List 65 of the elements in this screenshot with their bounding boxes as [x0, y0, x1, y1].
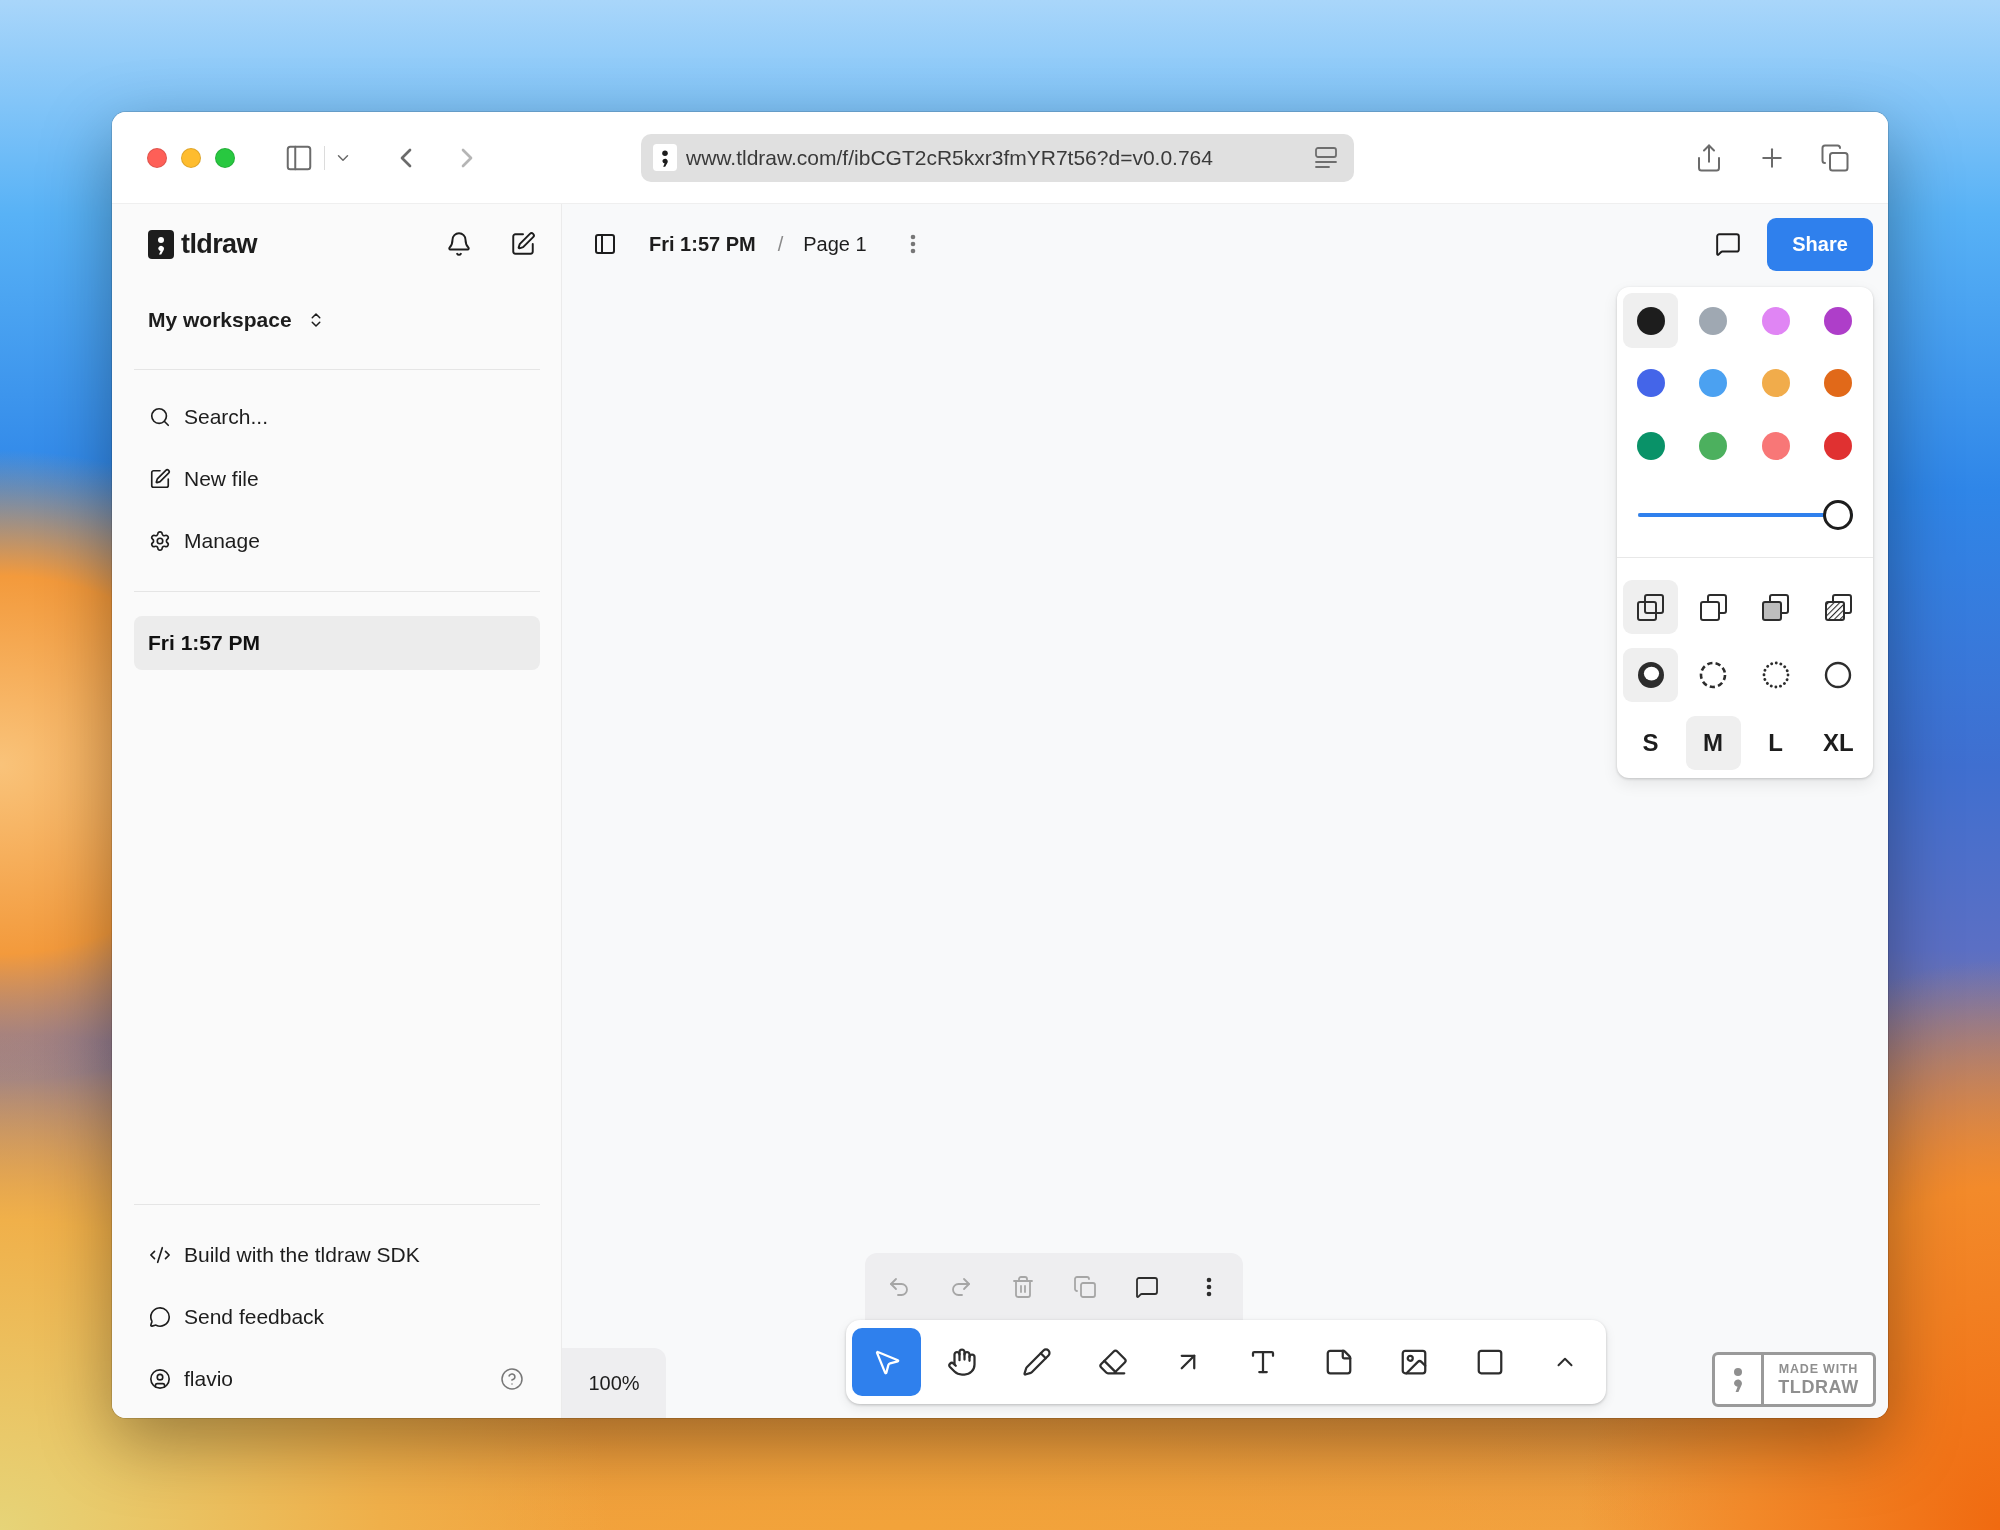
circle-icon: [1824, 661, 1853, 689]
manage-button[interactable]: Manage: [134, 510, 540, 572]
pencil-icon: [1022, 1347, 1053, 1377]
bell-icon: [446, 231, 472, 257]
semicolon-logo-icon: [1731, 1366, 1745, 1393]
trash-icon: [1011, 1274, 1035, 1299]
dash-style-button[interactable]: [1623, 648, 1678, 702]
speech-bubble-icon: [149, 1306, 171, 1328]
comments-button[interactable]: [1715, 231, 1741, 257]
code-icon: [149, 1244, 171, 1266]
size-button[interactable]: L: [1748, 716, 1804, 770]
address-bar[interactable]: www.tldraw.com/f/ibCGT2cR5kxr3fmYR7t56?d=v0.0.764: [641, 133, 1354, 182]
fill-none-icon: [1637, 593, 1664, 621]
breadcrumb-separator: /: [777, 232, 784, 256]
fill-pattern-icon: [1824, 593, 1852, 621]
user-button[interactable]: flavio: [134, 1348, 500, 1410]
new-file-button[interactable]: New file: [134, 448, 540, 510]
duplicate-icon: [1073, 1274, 1097, 1299]
tabs-icon[interactable]: [1820, 142, 1850, 173]
sidebar-toggle-icon: [593, 232, 617, 256]
site-icon: [653, 144, 677, 171]
slider-thumb[interactable]: [1823, 500, 1853, 530]
new-file-button[interactable]: [510, 231, 536, 257]
fill-solid-icon: [1762, 593, 1790, 621]
file-item[interactable]: Fri 1:57 PM: [134, 616, 540, 670]
page-menu-button[interactable]: Page 1: [803, 232, 867, 256]
edit-icon: [149, 468, 171, 490]
size-button[interactable]: S: [1623, 716, 1678, 770]
comment-icon: [1715, 231, 1741, 257]
edit-icon: [510, 231, 536, 257]
reader-icon[interactable]: [1314, 146, 1338, 169]
comment-icon: [1135, 1274, 1159, 1299]
maximize-button[interactable]: [215, 147, 235, 168]
more-icon: [1206, 1276, 1212, 1297]
fill-style-button[interactable]: [1623, 580, 1678, 634]
sdk-link[interactable]: Build with the tldraw SDK: [134, 1224, 524, 1286]
size-button[interactable]: M: [1685, 716, 1741, 770]
sidebar-toggle-button[interactable]: [593, 232, 617, 256]
help-icon: [500, 1367, 524, 1391]
search-icon: [149, 406, 171, 428]
file-name: Fri 1:57 PM: [649, 232, 756, 256]
badge-caption: MADE WITH: [1778, 1362, 1859, 1376]
thick-ring-icon: [1636, 661, 1665, 689]
notifications-button[interactable]: [446, 231, 472, 257]
fill-semi-icon: [1699, 593, 1727, 621]
brand-name: tldraw: [181, 228, 257, 260]
user-icon: [149, 1368, 171, 1390]
color-button[interactable]: [1623, 293, 1678, 348]
feedback-button[interactable]: Send feedback: [134, 1286, 524, 1348]
search-button[interactable]: Search...: [134, 386, 540, 448]
logo-icon: [148, 229, 174, 259]
gear-icon: [149, 530, 171, 552]
eraser-icon: [1097, 1347, 1128, 1377]
badge-title: TLDRAW: [1778, 1377, 1859, 1397]
workspace-switcher[interactable]: My workspace: [134, 284, 339, 356]
page-options-button[interactable]: [909, 234, 916, 254]
dashed-circle-icon: [1699, 661, 1728, 689]
dotted-circle-icon: [1761, 661, 1790, 689]
close-button[interactable]: [147, 147, 167, 168]
size-button[interactable]: XL: [1810, 716, 1866, 770]
share-button[interactable]: Share: [1767, 217, 1873, 271]
zoom-level-button[interactable]: 100%: [562, 1348, 666, 1418]
more-icon: [909, 234, 916, 254]
help-button[interactable]: [500, 1367, 524, 1391]
hand-icon: [946, 1347, 977, 1377]
